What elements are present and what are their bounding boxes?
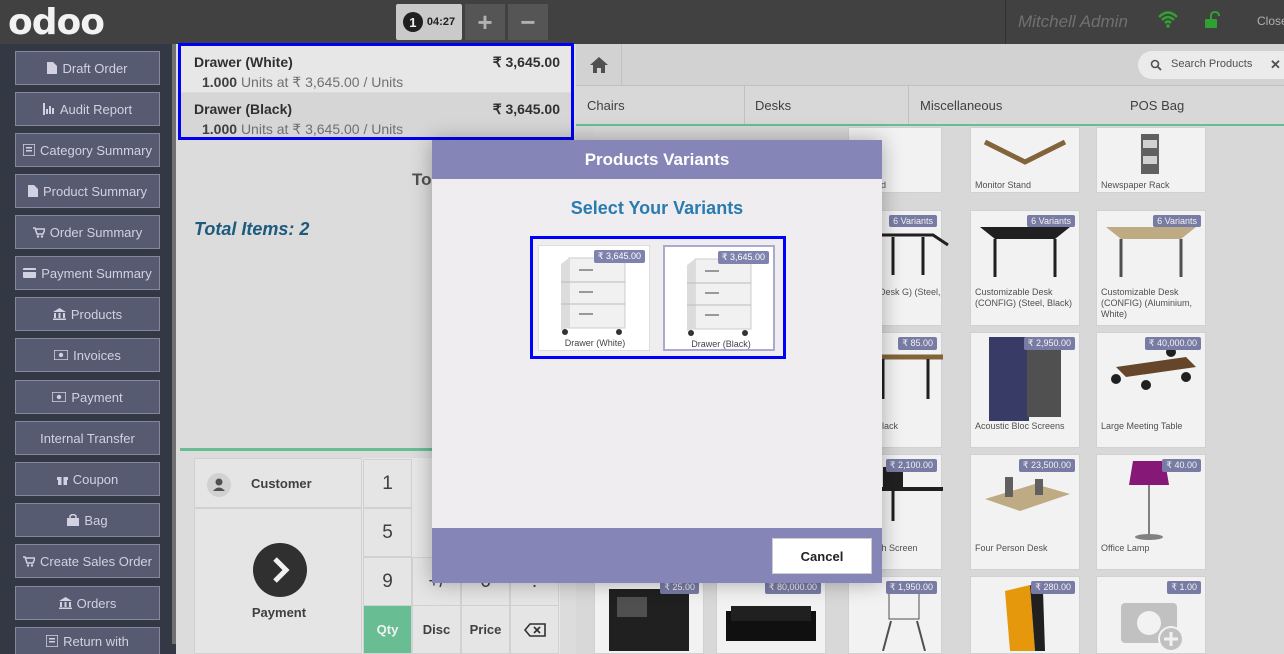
- variants-highlight: [530, 236, 786, 359]
- cancel-button[interactable]: Cancel: [772, 538, 872, 574]
- modal-footer: Cancel: [432, 528, 882, 583]
- modal-subtitle: Select Your Variants: [570, 198, 744, 218]
- product-variants-modal: Products Variants Select Your Variants ₹…: [432, 140, 882, 583]
- modal-title: Products Variants: [432, 140, 882, 179]
